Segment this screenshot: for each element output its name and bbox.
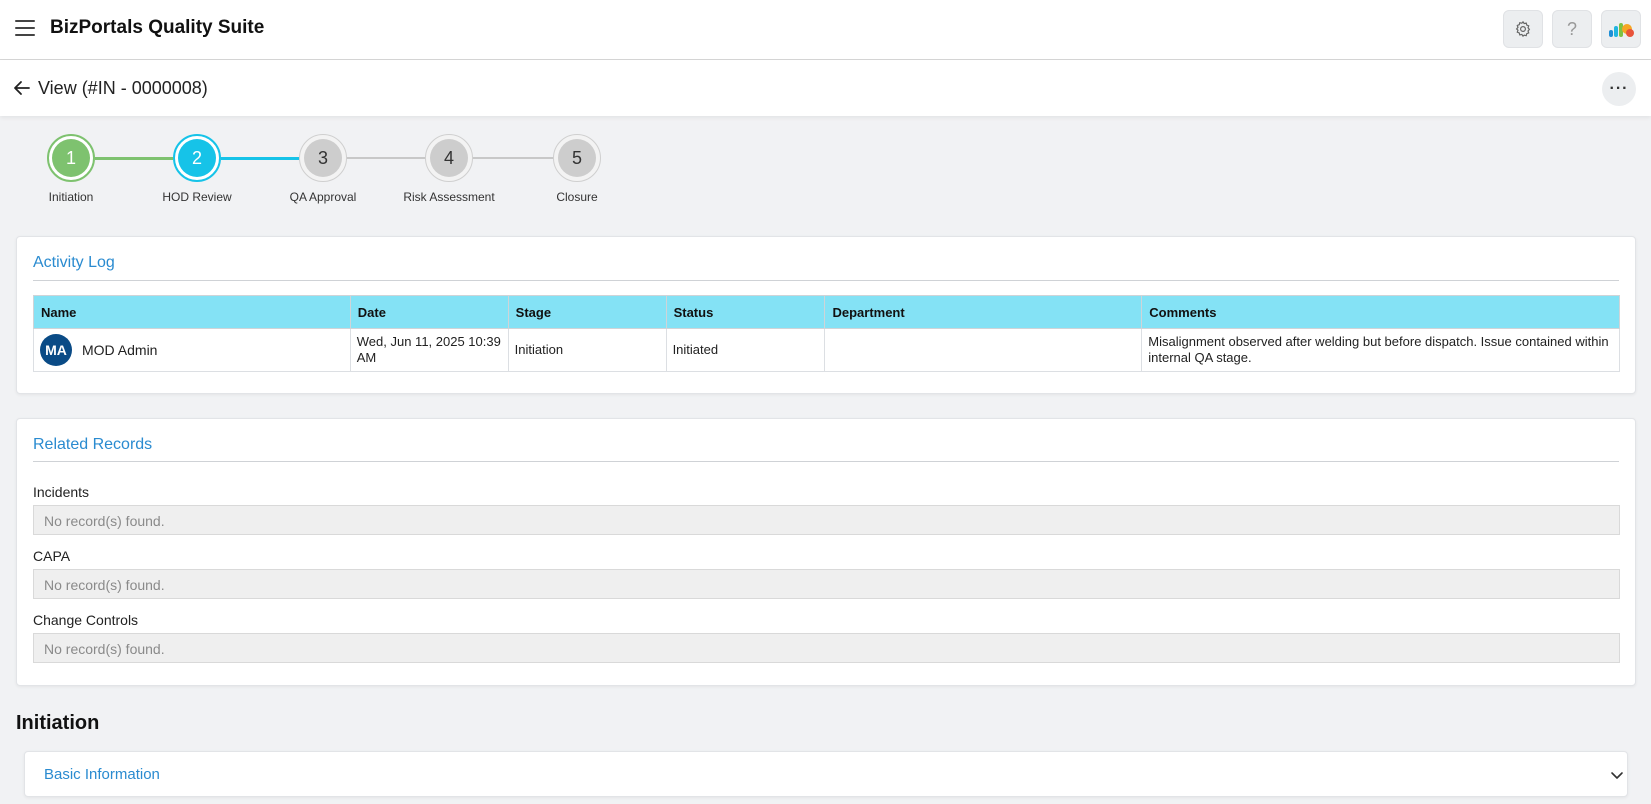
step-4[interactable]: 4 <box>425 134 473 182</box>
related-records-card: Related Records Incidents No record(s) f… <box>16 418 1636 686</box>
hamburger-menu-icon[interactable] <box>15 20 35 36</box>
workflow-stepper: 1 Initiation 2 HOD Review 3 QA Approval 4 Risk … <box>0 130 640 210</box>
page-title: View (#IN - 0000008) <box>38 78 208 98</box>
change-controls-label: Change Controls <box>33 612 139 628</box>
app-title: BizPortals Quality Suite <box>50 17 265 38</box>
settings-button[interactable] <box>1503 10 1543 48</box>
capa-label: CAPA <box>33 548 71 564</box>
cell-name: MA MOD Admin <box>33 328 351 372</box>
step-label: Risk Assessment <box>403 190 495 204</box>
column-header-stage: Stage <box>507 295 667 329</box>
cloud-logo-icon <box>1609 23 1634 37</box>
step-5[interactable]: 5 <box>553 134 601 182</box>
cell-comments: Misalignment observed after welding but … <box>1141 328 1620 372</box>
basic-information-accordion[interactable]: Basic Information <box>24 751 1628 797</box>
column-header-department: Department <box>824 295 1143 329</box>
initiation-heading: Initiation <box>16 712 100 734</box>
step-label: Initiation <box>48 190 94 204</box>
step-1[interactable]: 1 <box>47 134 95 182</box>
activity-log-card: Activity Log Name Date Stage Status Depa… <box>16 236 1636 394</box>
chevron-down-icon[interactable] <box>1609 767 1625 783</box>
divider <box>33 461 1619 462</box>
step-connector <box>347 157 425 159</box>
capa-empty-state: No record(s) found. <box>33 569 1620 599</box>
basic-information-title: Basic Information <box>44 766 160 783</box>
step-connector <box>473 157 553 159</box>
step-label: Closure <box>556 190 598 204</box>
avatar: MA <box>40 334 72 366</box>
back-arrow-icon[interactable] <box>12 78 32 98</box>
apps-button[interactable] <box>1601 10 1641 48</box>
step-3[interactable]: 3 <box>299 134 347 182</box>
step-connector <box>221 157 299 160</box>
step-number: 2 <box>178 139 216 177</box>
cell-date: Wed, Jun 11, 2025 10:39 AM <box>349 328 509 372</box>
table-header-row: Name Date Stage Status Department Commen… <box>33 295 1620 329</box>
column-header-comments: Comments <box>1141 295 1620 329</box>
help-button[interactable]: ? <box>1552 10 1592 48</box>
divider <box>33 280 1619 281</box>
more-options-button[interactable]: ··· <box>1602 72 1636 106</box>
column-header-date: Date <box>349 295 509 329</box>
step-label: HOD Review <box>162 190 232 204</box>
step-connector <box>95 157 173 160</box>
cell-department <box>824 328 1143 372</box>
more-horizontal-icon: ··· <box>1609 80 1629 97</box>
cell-stage: Initiation <box>507 328 667 372</box>
gear-icon <box>1515 20 1531 37</box>
step-number: 5 <box>558 139 596 177</box>
incidents-label: Incidents <box>33 484 90 500</box>
step-2[interactable]: 2 <box>173 134 221 182</box>
question-icon: ? <box>1566 18 1577 39</box>
user-name: MOD Admin <box>82 342 158 358</box>
column-header-status: Status <box>665 295 826 329</box>
top-bar: BizPortals Quality Suite ? <box>0 0 1651 60</box>
step-label: QA Approval <box>289 190 357 204</box>
column-header-name: Name <box>33 295 351 329</box>
cell-status: Initiated <box>665 328 826 372</box>
step-number: 1 <box>52 139 90 177</box>
table-row: MA MOD Admin Wed, Jun 11, 2025 10:39 AM I… <box>33 328 1620 372</box>
activity-log-table: Name Date Stage Status Department Commen… <box>33 295 1620 372</box>
change-controls-empty-state: No record(s) found. <box>33 633 1620 663</box>
step-number: 4 <box>430 139 468 177</box>
activity-log-title: Activity Log <box>33 254 115 271</box>
incidents-empty-state: No record(s) found. <box>33 505 1620 535</box>
related-records-title: Related Records <box>33 436 153 453</box>
step-number: 3 <box>304 139 342 177</box>
page-header: View (#IN - 0000008) ··· <box>0 60 1651 116</box>
